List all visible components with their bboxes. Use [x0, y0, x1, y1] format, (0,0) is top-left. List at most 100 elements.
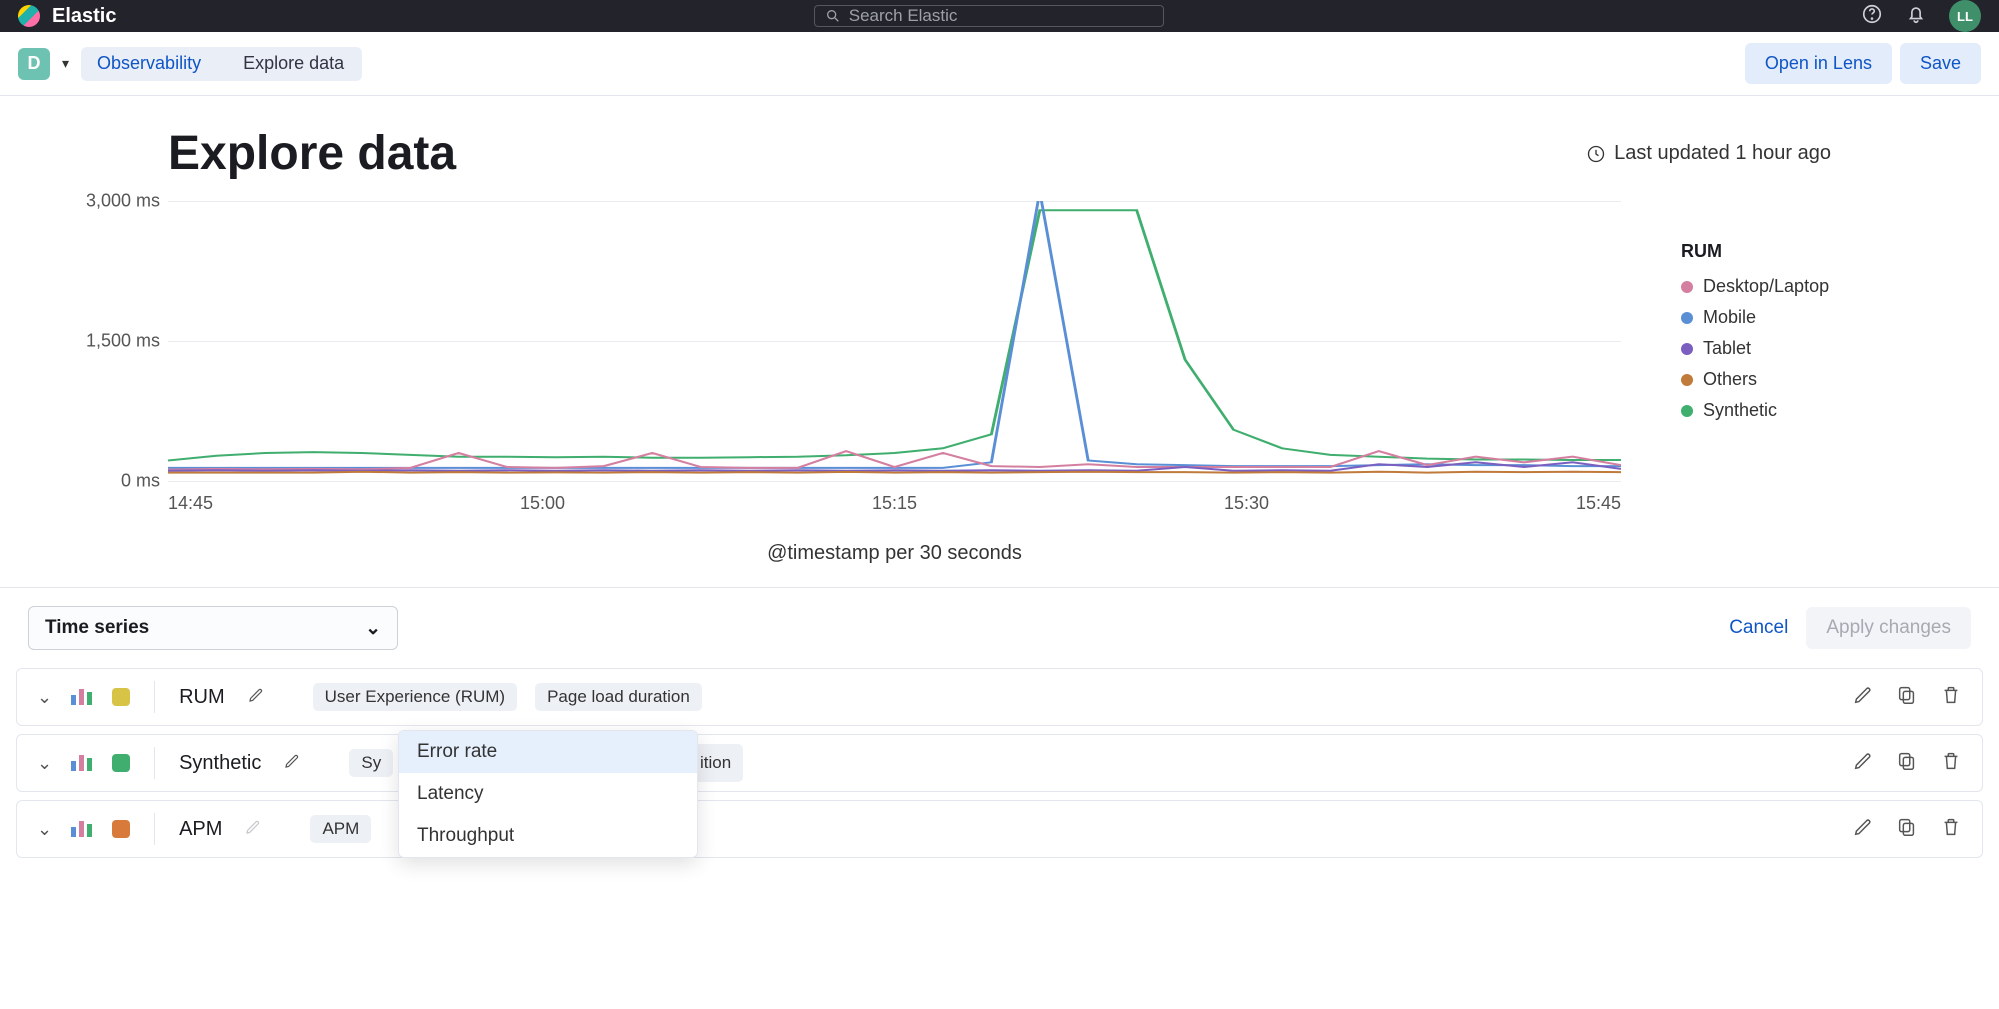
- edit-icon: [1852, 816, 1874, 843]
- divider: [154, 813, 155, 845]
- edit-name-icon[interactable]: [247, 686, 265, 709]
- legend-title: RUM: [1681, 241, 1951, 262]
- legend-label: Synthetic: [1703, 400, 1777, 421]
- legend-label: Others: [1703, 369, 1757, 390]
- series-pill[interactable]: Sy: [349, 749, 393, 777]
- chart-plot[interactable]: 3,000 ms 1,500 ms 0 ms: [168, 201, 1621, 481]
- legend-label: Mobile: [1703, 307, 1756, 328]
- chart-type-icon[interactable]: [70, 685, 94, 710]
- chart-type-icon[interactable]: [70, 751, 94, 776]
- series-pill[interactable]: Page load duration: [535, 683, 702, 711]
- sub-header: D ▾ Observability Explore data Open in L…: [0, 32, 1999, 96]
- legend-label: Desktop/Laptop: [1703, 276, 1829, 297]
- copy-icon[interactable]: [1896, 750, 1918, 777]
- series-row: ⌄ RUM User Experience (RUM) Page load dura…: [16, 668, 1983, 726]
- dropdown-item[interactable]: Throughput: [399, 815, 697, 857]
- y-tick: 1,500 ms: [86, 331, 160, 352]
- apply-changes-button[interactable]: Apply changes: [1806, 607, 1971, 649]
- x-axis: 14:45 15:00 15:15 15:30 15:45: [168, 481, 1621, 514]
- search-icon: [825, 8, 841, 24]
- legend-color-dot: [1681, 312, 1693, 324]
- search-input[interactable]: Search Elastic: [814, 5, 1164, 27]
- copy-icon[interactable]: [1896, 684, 1918, 711]
- series-rows: ⌄ RUM User Experience (RUM) Page load dura…: [0, 668, 1999, 878]
- x-axis-label: @timestamp per 30 seconds: [168, 514, 1621, 575]
- legend-item[interactable]: Mobile: [1681, 307, 1951, 328]
- edit-icon[interactable]: [1852, 750, 1874, 777]
- color-swatch[interactable]: [112, 754, 130, 772]
- space-selector[interactable]: D: [18, 48, 50, 80]
- edit-name-icon[interactable]: [283, 752, 301, 775]
- edit-icon[interactable]: [1852, 684, 1874, 711]
- chart-type-label: Time series: [45, 617, 149, 639]
- color-swatch[interactable]: [112, 688, 130, 706]
- truncated-metric-label: ition: [694, 744, 743, 782]
- legend-color-dot: [1681, 374, 1693, 386]
- series-pill[interactable]: User Experience (RUM): [313, 683, 517, 711]
- divider: [154, 747, 155, 779]
- elastic-logo-icon: [18, 5, 40, 27]
- chart-type-select[interactable]: Time series ⌄: [28, 606, 398, 650]
- delete-icon[interactable]: [1940, 816, 1962, 843]
- legend-color-dot: [1681, 343, 1693, 355]
- series-controls-bar: Time series ⌄ Cancel Apply changes: [0, 587, 1999, 668]
- expand-toggle[interactable]: ⌄: [37, 819, 52, 840]
- y-tick: 3,000 ms: [86, 191, 160, 212]
- legend-item[interactable]: Tablet: [1681, 338, 1951, 359]
- series-pill[interactable]: APM: [310, 815, 371, 843]
- series-line: [168, 472, 1621, 473]
- main-content: Explore data Last updated 1 hour ago 3,0…: [0, 96, 1999, 575]
- brand-name: Elastic: [52, 5, 116, 28]
- copy-icon[interactable]: [1896, 816, 1918, 843]
- y-tick: 0 ms: [121, 471, 160, 492]
- series-name: RUM: [179, 686, 229, 709]
- dropdown-item[interactable]: Latency: [399, 773, 697, 815]
- series-line: [168, 201, 1621, 468]
- legend-item[interactable]: Synthetic: [1681, 400, 1951, 421]
- x-tick: 15:15: [872, 493, 917, 514]
- divider: [154, 681, 155, 713]
- legend-label: Tablet: [1703, 338, 1751, 359]
- color-swatch[interactable]: [112, 820, 130, 838]
- notifications-icon[interactable]: [1905, 3, 1927, 30]
- series-name: APM: [179, 818, 226, 841]
- page-title: Explore data: [168, 126, 456, 181]
- series-line: [168, 210, 1621, 460]
- search-placeholder: Search Elastic: [849, 6, 958, 26]
- legend-color-dot: [1681, 405, 1693, 417]
- series-name: Synthetic: [179, 752, 265, 775]
- dropdown-item[interactable]: Error rate: [399, 731, 697, 773]
- metric-dropdown: Error rateLatencyThroughput: [398, 730, 698, 858]
- delete-icon[interactable]: [1940, 684, 1962, 711]
- open-in-lens-button[interactable]: Open in Lens: [1745, 43, 1892, 84]
- last-updated-text: Last updated 1 hour ago: [1614, 142, 1831, 165]
- chevron-down-icon: ⌄: [365, 617, 381, 640]
- chart-legend: RUM Desktop/Laptop Mobile Tablet Others Synt…: [1621, 201, 1951, 575]
- user-avatar[interactable]: LL: [1949, 0, 1981, 32]
- help-icon[interactable]: [1861, 3, 1883, 30]
- chart-svg: [168, 201, 1621, 481]
- legend-color-dot: [1681, 281, 1693, 293]
- last-updated: Last updated 1 hour ago: [1586, 142, 1831, 165]
- legend-item[interactable]: Desktop/Laptop: [1681, 276, 1951, 297]
- delete-icon[interactable]: [1940, 750, 1962, 777]
- chart-type-icon[interactable]: [70, 817, 94, 842]
- x-tick: 14:45: [168, 493, 213, 514]
- edit-name-icon: [244, 818, 262, 841]
- x-tick: 15:45: [1576, 493, 1621, 514]
- breadcrumb-explore-data[interactable]: Explore data: [219, 47, 362, 81]
- series-row: ⌄ APM APM: [16, 800, 1983, 858]
- global-header: Elastic Search Elastic LL: [0, 0, 1999, 32]
- expand-toggle[interactable]: ⌄: [37, 687, 52, 708]
- save-button[interactable]: Save: [1900, 43, 1981, 84]
- expand-toggle[interactable]: ⌄: [37, 753, 52, 774]
- x-tick: 15:00: [520, 493, 565, 514]
- cancel-button[interactable]: Cancel: [1729, 617, 1788, 639]
- chevron-down-icon[interactable]: ▾: [62, 55, 69, 72]
- breadcrumb: Observability Explore data: [81, 47, 362, 81]
- clock-icon: [1586, 144, 1606, 164]
- x-tick: 15:30: [1224, 493, 1269, 514]
- series-row: ⌄ Synthetic Sy: [16, 734, 1983, 792]
- legend-item[interactable]: Others: [1681, 369, 1951, 390]
- breadcrumb-observability[interactable]: Observability: [81, 47, 219, 81]
